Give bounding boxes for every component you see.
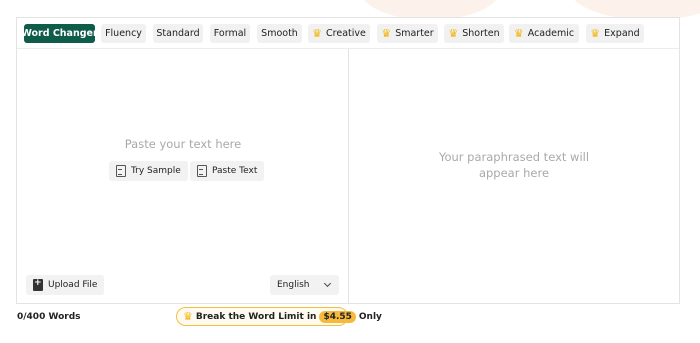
tab-fluency[interactable]: Fluency bbox=[101, 24, 146, 43]
tab-academic[interactable]: ♛ Academic bbox=[509, 24, 579, 43]
tab-label: Fluency bbox=[105, 28, 142, 39]
chevron-down-icon bbox=[323, 279, 332, 288]
tab-label: Shorten bbox=[462, 28, 500, 39]
upload-file-button[interactable]: Upload File bbox=[26, 275, 105, 295]
tab-expand[interactable]: ♛ Expand bbox=[586, 24, 644, 43]
tab-label: Word Changer bbox=[21, 28, 98, 39]
language-select[interactable]: English bbox=[270, 275, 339, 295]
upsell-text: Break the Word Limit in bbox=[195, 311, 317, 322]
language-value: English bbox=[277, 280, 310, 290]
tab-formal[interactable]: Formal bbox=[210, 24, 250, 43]
input-pane[interactable]: Paste your text here Try Sample Paste Te… bbox=[17, 49, 349, 303]
tab-standard[interactable]: Standard bbox=[153, 24, 203, 43]
tab-label: Standard bbox=[156, 28, 200, 39]
upload-file-label: Upload File bbox=[48, 280, 98, 290]
output-pane: Your paraphrased text will appear here bbox=[349, 49, 679, 303]
document-icon bbox=[116, 165, 126, 177]
paraphraser-card: Word Changer Fluency Standard Formal Smo… bbox=[16, 17, 680, 304]
word-count: 0/400 Words bbox=[17, 312, 81, 322]
try-sample-button[interactable]: Try Sample bbox=[109, 161, 188, 181]
tab-label: Creative bbox=[326, 28, 366, 39]
try-sample-label: Try Sample bbox=[131, 166, 181, 176]
input-placeholder: Paste your text here bbox=[124, 137, 242, 151]
paste-text-button[interactable]: Paste Text bbox=[190, 161, 265, 181]
output-placeholder-line: Your paraphrased text will bbox=[438, 150, 590, 164]
tab-label: Smarter bbox=[395, 28, 434, 39]
tab-label: Smooth bbox=[261, 28, 298, 39]
upload-icon bbox=[33, 278, 43, 291]
tab-label: Formal bbox=[213, 28, 247, 39]
tab-shorten[interactable]: ♛ Shorten bbox=[444, 24, 504, 43]
paste-text-label: Paste Text bbox=[212, 166, 258, 176]
clipboard-icon bbox=[197, 165, 207, 177]
crown-icon: ♛ bbox=[590, 27, 601, 40]
tab-creative[interactable]: ♛ Creative bbox=[308, 24, 370, 43]
upgrade-banner[interactable]: ♛ Break the Word Limit in $4.55 Only bbox=[176, 307, 382, 326]
crown-icon: ♛ bbox=[381, 27, 392, 40]
tab-word-changer[interactable]: Word Changer bbox=[21, 24, 98, 43]
crown-icon: ♛ bbox=[312, 27, 323, 40]
crown-icon: ♛ bbox=[448, 27, 459, 40]
price-badge: $4.55 bbox=[319, 310, 356, 323]
tab-label: Expand bbox=[604, 28, 640, 39]
crown-icon: ♛ bbox=[513, 27, 524, 40]
tab-smarter[interactable]: ♛ Smarter bbox=[377, 24, 438, 43]
tab-label: Academic bbox=[527, 28, 575, 39]
upsell-suffix: Only bbox=[358, 311, 382, 322]
crown-icon: ♛ bbox=[183, 310, 193, 323]
mode-tabs: Word Changer Fluency Standard Formal Smo… bbox=[17, 18, 679, 49]
output-placeholder-line: appear here bbox=[478, 166, 550, 180]
output-placeholder: Your paraphrased text will appear here bbox=[349, 149, 679, 181]
tab-smooth[interactable]: Smooth bbox=[257, 24, 302, 43]
